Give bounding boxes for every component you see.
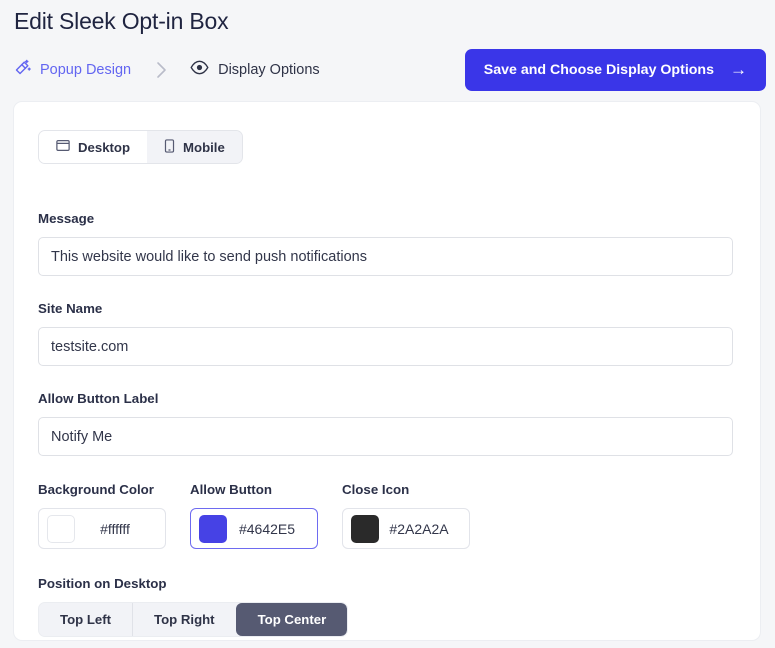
breadcrumb-step-display-options-label: Display Options xyxy=(218,62,320,78)
device-toggle-group: Desktop Mobile xyxy=(38,130,243,164)
position-on-desktop-label: Position on Desktop xyxy=(38,576,167,591)
magic-wand-icon xyxy=(14,59,31,81)
breadcrumb-step-popup-design-label: Popup Design xyxy=(40,62,132,78)
eye-icon xyxy=(190,60,209,80)
color-swatch-allow-button xyxy=(199,514,227,543)
position-toggle-group: Top Left Top Right Top Center xyxy=(38,602,349,637)
color-group-background: Background Color #ffffff xyxy=(38,482,166,549)
breadcrumb: Popup Design Display Options Save and Ch… xyxy=(0,46,775,94)
arrow-right-icon: → xyxy=(730,59,747,79)
color-settings-row: Background Color #ffffff Allow Button #4… xyxy=(38,482,736,549)
site-name-input[interactable] xyxy=(38,327,733,366)
page-title: Edit Sleek Opt-in Box xyxy=(14,8,229,34)
color-hex-allow-button: #4642E5 xyxy=(238,520,296,537)
app-root: Edit Sleek Opt-in Box Popup Design Displ… xyxy=(0,0,775,648)
color-swatch-background xyxy=(47,514,75,543)
mobile-phone-icon xyxy=(164,138,175,156)
chevron-right-icon xyxy=(155,60,168,80)
settings-card: Desktop Mobile Message This website woul… xyxy=(13,101,761,641)
color-close-icon-label: Close Icon xyxy=(342,482,410,497)
position-option-top-right[interactable]: Top Right xyxy=(132,603,236,636)
field-message: Message xyxy=(38,211,736,276)
position-option-top-left[interactable]: Top Left xyxy=(39,603,133,636)
breadcrumb-step-display-options[interactable]: Display Options xyxy=(190,60,320,80)
field-allow-button-label: Allow Button Label xyxy=(38,391,736,456)
position-on-desktop-block: Position on Desktop Top Left Top Right T… xyxy=(38,576,736,637)
color-picker-close-icon[interactable]: #2A2A2A xyxy=(342,508,470,549)
allow-button-label-input[interactable] xyxy=(38,417,733,456)
color-group-close-icon: Close Icon #2A2A2A xyxy=(342,482,470,549)
position-option-top-center[interactable]: Top Center xyxy=(235,603,348,636)
field-message-label: Message xyxy=(38,211,95,226)
color-hex-close-icon: #2A2A2A xyxy=(389,520,449,537)
color-group-allow-button: Allow Button #4642E5 xyxy=(190,482,318,549)
breadcrumb-step-popup-design[interactable]: Popup Design xyxy=(14,59,131,81)
tab-mobile-label: Mobile xyxy=(183,139,225,155)
field-allow-button-label-label: Allow Button Label xyxy=(38,391,159,406)
tab-desktop[interactable]: Desktop xyxy=(39,131,148,163)
field-site-name: Site Name xyxy=(38,301,736,366)
tab-desktop-label: Desktop xyxy=(78,139,131,155)
save-and-choose-display-options-button[interactable]: Save and Choose Display Options → xyxy=(464,49,766,91)
color-swatch-close-icon xyxy=(351,514,379,543)
message-input[interactable] xyxy=(38,237,733,276)
color-background-label: Background Color xyxy=(38,482,154,497)
color-hex-background: #ffffff xyxy=(100,520,130,537)
field-site-name-label: Site Name xyxy=(38,301,103,316)
page-header: Edit Sleek Opt-in Box xyxy=(0,0,775,36)
save-button-label: Save and Choose Display Options xyxy=(483,62,714,78)
color-picker-background[interactable]: #ffffff xyxy=(38,508,166,549)
tab-mobile[interactable]: Mobile xyxy=(147,131,242,163)
browser-window-icon xyxy=(56,139,70,155)
color-picker-allow-button[interactable]: #4642E5 xyxy=(190,508,318,549)
color-allow-button-label: Allow Button xyxy=(190,482,272,497)
